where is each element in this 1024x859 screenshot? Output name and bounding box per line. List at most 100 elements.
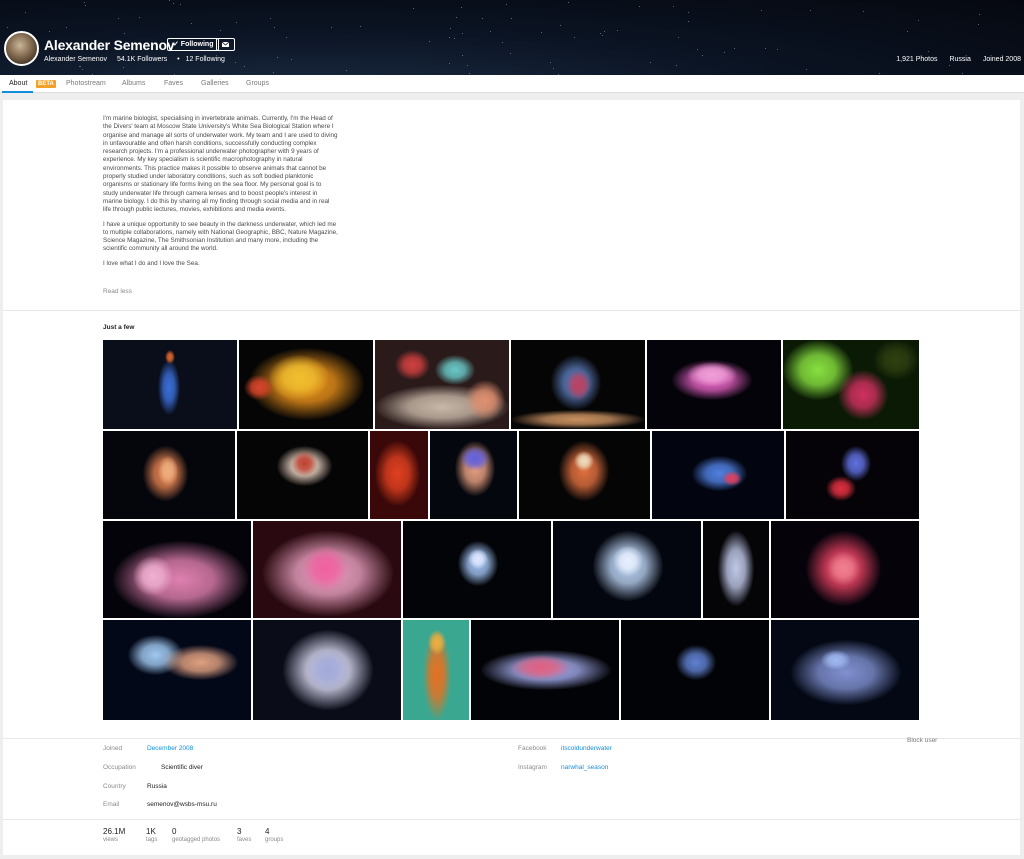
tab-faves[interactable]: Faves bbox=[164, 80, 183, 87]
showcase-photo[interactable] bbox=[370, 431, 428, 519]
star bbox=[123, 67, 125, 69]
star bbox=[291, 58, 293, 60]
star bbox=[450, 28, 452, 30]
star bbox=[48, 30, 50, 32]
profile-stats: 1,921 Photos Russia Joined 2008 bbox=[886, 56, 1021, 63]
avatar[interactable] bbox=[4, 31, 39, 66]
star bbox=[461, 32, 463, 34]
photo-subject bbox=[613, 546, 643, 576]
photo-subject bbox=[676, 645, 716, 680]
star bbox=[482, 17, 483, 19]
showcase-photo[interactable] bbox=[253, 521, 401, 618]
bio-paragraph-3: I love what I do and I love the Sea. bbox=[103, 259, 200, 267]
photo-subject bbox=[308, 650, 348, 690]
showcase-photo[interactable] bbox=[786, 431, 919, 519]
star bbox=[928, 50, 930, 52]
following-count[interactable]: 12 Following bbox=[186, 56, 225, 63]
photo-subject bbox=[687, 362, 737, 387]
showcase-photo[interactable] bbox=[771, 620, 919, 720]
star bbox=[469, 72, 471, 74]
tab-groups[interactable]: Groups bbox=[246, 80, 269, 87]
showcase-photo[interactable] bbox=[403, 620, 469, 720]
country-value: Russia bbox=[147, 783, 167, 790]
showcase-photo[interactable] bbox=[103, 620, 251, 720]
stat-number: 26.1M bbox=[103, 827, 126, 836]
star bbox=[917, 19, 919, 21]
showcase-photo[interactable] bbox=[652, 431, 784, 519]
tab-photostream[interactable]: Photostream bbox=[66, 80, 106, 87]
star bbox=[599, 33, 601, 35]
showcase-photo[interactable] bbox=[103, 431, 235, 519]
followers-count[interactable]: 54.1K Followers bbox=[117, 56, 167, 63]
showcase-photo[interactable] bbox=[771, 521, 919, 618]
showcase-photo[interactable] bbox=[103, 521, 251, 618]
info-joined-value: December 2008 bbox=[147, 745, 193, 752]
info-email: Email bbox=[103, 801, 119, 808]
star bbox=[573, 36, 575, 38]
star bbox=[462, 55, 464, 57]
star bbox=[549, 62, 551, 64]
info-occupation-value: Scientific diver bbox=[161, 764, 203, 771]
showcase-photo[interactable] bbox=[471, 620, 619, 720]
showcase-photo[interactable] bbox=[703, 521, 769, 618]
showcase-photo[interactable] bbox=[647, 340, 781, 429]
star bbox=[123, 33, 125, 35]
star bbox=[673, 5, 675, 7]
star bbox=[760, 9, 762, 11]
instagram-link[interactable]: narwhal_season bbox=[561, 764, 608, 771]
star bbox=[560, 24, 562, 26]
showcase-photo[interactable] bbox=[239, 340, 373, 429]
tab-albums[interactable]: Albums bbox=[122, 80, 145, 87]
star bbox=[688, 11, 690, 13]
showcase-photo[interactable] bbox=[237, 431, 368, 519]
photo-subject bbox=[165, 350, 175, 364]
info-facebook: Facebook bbox=[518, 745, 547, 752]
following-button[interactable]: ✓ Following bbox=[167, 38, 220, 51]
star bbox=[467, 65, 469, 67]
stat-views: 26.1M views bbox=[103, 827, 125, 843]
tab-about[interactable]: About bbox=[9, 80, 27, 87]
stat-geotagged: 0 geotagged photos bbox=[172, 827, 220, 843]
showcase-photo[interactable] bbox=[103, 340, 237, 429]
showcase-photo[interactable] bbox=[430, 431, 517, 519]
block-user-link[interactable]: Block user bbox=[907, 737, 937, 744]
photo-subject bbox=[244, 375, 274, 400]
stat-unit: geotagged photos bbox=[172, 837, 221, 843]
bullet: • bbox=[177, 56, 180, 63]
read-less-link[interactable]: Read less bbox=[103, 288, 132, 295]
mail-button[interactable] bbox=[216, 38, 235, 51]
tab-galleries[interactable]: Galleries bbox=[201, 80, 229, 87]
bio-text: I'm marine biologist, specialising in in… bbox=[103, 115, 338, 274]
showcase-photo[interactable] bbox=[375, 340, 509, 429]
joined-link[interactable]: December 2008 bbox=[147, 745, 193, 752]
showcase-photo[interactable] bbox=[621, 620, 769, 720]
showcase-photo[interactable] bbox=[783, 340, 919, 429]
showcase-photo[interactable] bbox=[403, 521, 551, 618]
photo-subject bbox=[791, 640, 901, 705]
showcase-photo[interactable] bbox=[519, 431, 650, 519]
star bbox=[540, 31, 542, 33]
showcase-title: Just a few bbox=[103, 324, 135, 331]
occupation-value: Scientific diver bbox=[161, 764, 203, 771]
facebook-link[interactable]: itscoldunderwater bbox=[561, 745, 612, 752]
star bbox=[603, 30, 605, 32]
star bbox=[453, 37, 455, 39]
photo-subject bbox=[375, 441, 420, 506]
stat-tags: 1K tags bbox=[146, 827, 157, 843]
star bbox=[139, 16, 141, 18]
star bbox=[270, 17, 272, 19]
star bbox=[676, 65, 678, 67]
star bbox=[509, 52, 511, 54]
showcase-photo[interactable] bbox=[253, 620, 401, 720]
photo-subject bbox=[826, 551, 861, 586]
star bbox=[978, 14, 980, 16]
info-occupation: Occupation bbox=[103, 764, 136, 771]
photo-subject bbox=[163, 645, 238, 680]
photo-subject bbox=[465, 380, 505, 420]
showcase-photo[interactable] bbox=[511, 340, 645, 429]
photos-count: 1,921 Photos bbox=[896, 56, 938, 63]
photo-subject bbox=[718, 531, 754, 606]
star bbox=[702, 55, 704, 57]
star bbox=[172, 2, 174, 4]
showcase-photo[interactable] bbox=[553, 521, 701, 618]
